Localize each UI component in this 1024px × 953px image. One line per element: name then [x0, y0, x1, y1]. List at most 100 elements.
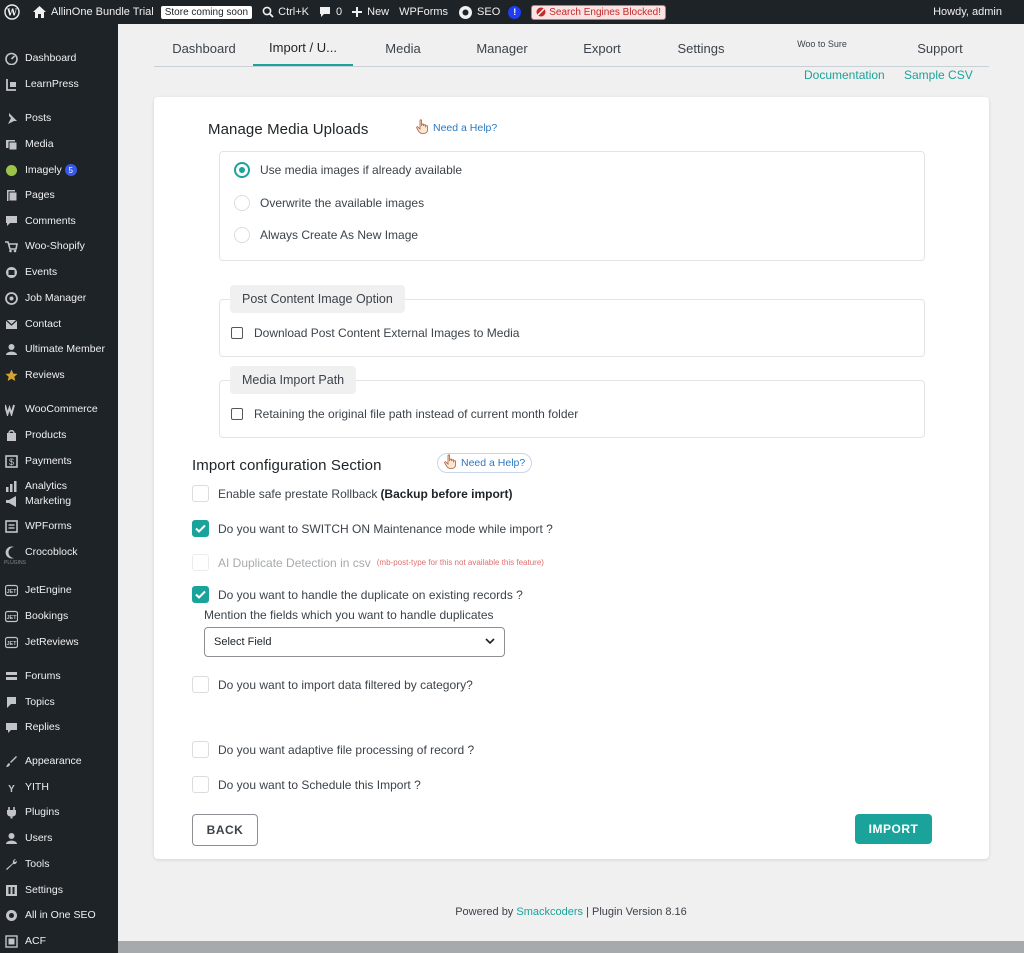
- download-external-images-check[interactable]: Download Post Content External Images to…: [231, 326, 519, 340]
- sidebar-item-topics[interactable]: Topics: [0, 690, 118, 714]
- sidebar-item-events[interactable]: Events: [0, 260, 118, 284]
- sidebar-item-products[interactable]: Products: [0, 423, 118, 447]
- sidebar-item-label: LearnPress: [25, 78, 79, 90]
- sidebar-item-label: YITH: [25, 781, 49, 793]
- sidebar-item-appearance[interactable]: Appearance: [0, 749, 118, 773]
- sidebar-item-contact[interactable]: Contact: [0, 312, 118, 336]
- jet-icon: JET: [5, 610, 18, 623]
- sidebar-item-pages[interactable]: Pages: [0, 183, 118, 207]
- sample-csv-link[interactable]: Sample CSV: [904, 68, 973, 82]
- media-option-use-existing[interactable]: Use media images if already available: [234, 162, 462, 178]
- sidebar-item-wpforms[interactable]: WPForms: [0, 514, 118, 538]
- svg-text:JET: JET: [6, 641, 17, 647]
- sidebar-item-tools[interactable]: Tools: [0, 852, 118, 876]
- checkbox-checked[interactable]: [192, 520, 209, 537]
- adaptive-processing-check[interactable]: Do you want adaptive file processing of …: [192, 741, 474, 758]
- sidebar-item-label: Events: [25, 266, 58, 278]
- sidebar-item-posts[interactable]: Posts: [0, 106, 118, 130]
- back-button[interactable]: BACK: [192, 814, 258, 846]
- sidebar-item-label: Marketing: [25, 495, 72, 507]
- checkbox[interactable]: [192, 776, 209, 793]
- sidebar-item-comments[interactable]: Comments: [0, 209, 118, 233]
- topics-icon: [5, 696, 18, 709]
- sidebar-item-imagely[interactable]: Imagely 5: [0, 158, 118, 182]
- sidebar-item-reviews[interactable]: Reviews: [0, 363, 118, 387]
- duplicate-field-select[interactable]: Select Field: [204, 627, 505, 657]
- checkbox-checked[interactable]: [192, 586, 209, 603]
- radio-button[interactable]: [234, 162, 250, 178]
- sidebar-item-woo-shopify[interactable]: Woo-Shopify: [0, 234, 118, 258]
- tab-media[interactable]: Media: [376, 30, 430, 66]
- sidebar-item-dashboard[interactable]: Dashboard: [0, 46, 118, 70]
- checkbox[interactable]: [192, 676, 209, 693]
- filter-category-check[interactable]: Do you want to import data filtered by c…: [192, 676, 473, 693]
- tab-support[interactable]: Support: [908, 30, 972, 66]
- search-engines-blocked-link[interactable]: Search Engines Blocked!: [526, 0, 671, 24]
- sidebar-item-users[interactable]: Users: [0, 826, 118, 850]
- sidebar-item-ultimate-member[interactable]: Ultimate Member: [0, 337, 118, 361]
- checkbox[interactable]: [192, 485, 209, 502]
- howdy-user-menu[interactable]: Howdy, admin: [928, 0, 1024, 24]
- sidebar-item-jetreviews[interactable]: JET JetReviews: [0, 630, 118, 654]
- documentation-link[interactable]: Documentation: [804, 68, 885, 82]
- store-coming-soon-badge[interactable]: Store coming soon: [160, 5, 253, 19]
- retain-file-path-check[interactable]: Retaining the original file path instead…: [231, 407, 578, 421]
- comments-link[interactable]: 0: [314, 0, 347, 24]
- site-name-link[interactable]: AllinOne Bundle Trial Store coming soon: [28, 0, 257, 24]
- command-palette-button[interactable]: Ctrl+K: [257, 0, 314, 24]
- megaphone-icon: [5, 495, 18, 508]
- media-option-create-new[interactable]: Always Create As New Image: [234, 227, 418, 243]
- radio-button[interactable]: [234, 227, 250, 243]
- new-content-link[interactable]: New: [347, 0, 394, 24]
- rollback-check[interactable]: Enable safe prestate Rollback (Backup be…: [192, 485, 512, 502]
- wpforms-link[interactable]: WPForms: [394, 0, 453, 24]
- smackcoders-link[interactable]: Smackcoders: [516, 906, 583, 918]
- sidebar-item-label: Reviews: [25, 369, 65, 381]
- sidebar-item-woocommerce[interactable]: WooCommerce: [0, 397, 118, 421]
- tab-export[interactable]: Export: [576, 30, 628, 66]
- chevron-down-icon: [485, 636, 495, 648]
- import-button[interactable]: IMPORT: [855, 814, 932, 844]
- media-help-link[interactable]: Need a Help?: [416, 119, 497, 137]
- sidebar-item-forums[interactable]: Forums: [0, 664, 118, 688]
- sidebar-item-bookings[interactable]: JET Bookings: [0, 604, 118, 628]
- sidebar-item-payments[interactable]: $ Payments: [0, 449, 118, 473]
- sidebar-item-replies[interactable]: Replies: [0, 715, 118, 739]
- sidebar-item-label: Topics: [25, 696, 55, 708]
- schedule-import-check[interactable]: Do you want to Schedule this Import ?: [192, 776, 421, 793]
- sidebar-item-learnpress[interactable]: LearnPress: [0, 72, 118, 96]
- sidebar-item-label: JetReviews: [25, 636, 79, 648]
- sidebar-item-yith[interactable]: Y YITH: [0, 775, 118, 799]
- sidebar-item-job-manager[interactable]: Job Manager: [0, 286, 118, 310]
- sidebar-item-settings[interactable]: Settings: [0, 878, 118, 902]
- sidebar-item-acf[interactable]: ACF: [0, 929, 118, 953]
- wordpress-logo-icon[interactable]: W: [0, 0, 28, 24]
- sidebar-item-jetengine[interactable]: JET JetEngine: [0, 578, 118, 602]
- config-help-link[interactable]: Need a Help?: [437, 453, 533, 473]
- cart-icon: [5, 240, 18, 253]
- sidebar-item-marketing[interactable]: Marketing: [0, 489, 118, 513]
- sidebar-item-all-in-one-seo[interactable]: All in One SEO: [0, 903, 118, 927]
- media-option-overwrite[interactable]: Overwrite the available images: [234, 195, 424, 211]
- seo-menu[interactable]: SEO !: [453, 0, 526, 24]
- tab-import-update[interactable]: Import / U...: [253, 30, 353, 66]
- svg-text:JET: JET: [6, 589, 17, 595]
- tab-manager[interactable]: Manager: [468, 30, 536, 66]
- checkbox[interactable]: [192, 741, 209, 758]
- checkbox[interactable]: [231, 327, 243, 339]
- search-icon: [262, 6, 274, 18]
- tab-woo-to-sure[interactable]: Woo to Sure: [784, 26, 860, 62]
- sidebar-item-media[interactable]: Media: [0, 132, 118, 156]
- sidebar-item-plugins[interactable]: Plugins: [0, 800, 118, 824]
- checkmark-icon: [195, 524, 206, 533]
- tab-settings[interactable]: Settings: [669, 30, 733, 66]
- sidebar-item-label: Bookings: [25, 610, 69, 622]
- handle-duplicate-check[interactable]: Do you want to handle the duplicate on e…: [192, 586, 523, 603]
- sidebar-item-label: Ultimate Member: [25, 343, 105, 355]
- radio-button[interactable]: [234, 195, 250, 211]
- checkbox[interactable]: [231, 408, 243, 420]
- maintenance-mode-check[interactable]: Do you want to SWITCH ON Maintenance mod…: [192, 520, 553, 537]
- sidebar-item-label: Tools: [25, 858, 50, 870]
- tab-dashboard[interactable]: Dashboard: [164, 30, 244, 66]
- jet-icon: JET: [5, 584, 18, 597]
